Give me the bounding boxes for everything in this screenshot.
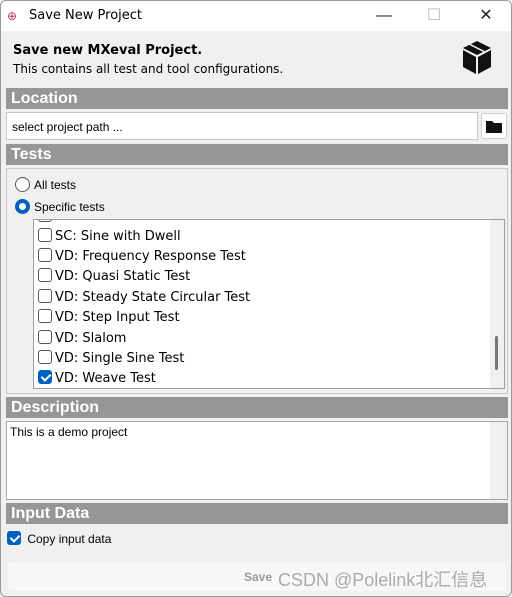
item-label: VD: Steady State Circular Test xyxy=(55,290,251,305)
checkbox[interactable] xyxy=(38,248,52,262)
watermark: CSDN @Polelink北汇信息 xyxy=(278,570,488,590)
description-section-header: Description xyxy=(6,397,508,418)
folder-icon xyxy=(486,121,502,133)
maximize-icon[interactable]: ☐ xyxy=(419,5,449,27)
item-label: SC: Sine with Dwell xyxy=(55,229,181,244)
radio-specific-tests[interactable] xyxy=(15,199,30,214)
tests-panel: All tests Specific tests SC: Sine with D… xyxy=(6,168,508,394)
list-item[interactable]: VD: Weave Test xyxy=(38,369,156,388)
list-item[interactable]: VD: Quasi Static Test xyxy=(38,267,190,287)
item-label: VD: Single Sine Test xyxy=(55,351,185,366)
save-button[interactable]: Save xyxy=(244,570,272,584)
checkbox-label: Copy input data xyxy=(27,532,112,546)
checkbox-checked[interactable] xyxy=(7,531,21,545)
scrollbar[interactable] xyxy=(490,220,504,388)
title-bar: ⊕ Save New Project — ☐ ✕ xyxy=(1,1,511,31)
close-icon[interactable]: ✕ xyxy=(471,5,501,27)
list-item[interactable]: VD: Single Sine Test xyxy=(38,349,184,369)
tests-section-header: Tests xyxy=(6,144,508,165)
list-item-partial xyxy=(38,220,55,227)
checkbox-checked[interactable] xyxy=(38,370,52,384)
radio-all-tests[interactable] xyxy=(15,177,30,192)
copy-input-data-checkbox[interactable]: Copy input data xyxy=(7,531,111,546)
item-label: VD: Weave Test xyxy=(55,371,156,386)
checkbox[interactable] xyxy=(38,228,52,242)
window-title: Save New Project xyxy=(29,8,143,23)
checkbox[interactable] xyxy=(38,268,52,282)
package-box-icon xyxy=(463,41,491,74)
description-textarea[interactable]: This is a demo project xyxy=(6,421,508,500)
dialog-heading: Save new MXeval Project. xyxy=(13,43,203,58)
list-item[interactable]: VD: Steady State Circular Test xyxy=(38,288,250,308)
checkbox[interactable] xyxy=(38,289,52,303)
radio-label: Specific tests xyxy=(34,200,105,214)
item-label: VD: Step Input Test xyxy=(55,310,180,325)
list-item[interactable]: VD: Slalom xyxy=(38,329,126,349)
description-text: This is a demo project xyxy=(10,425,128,439)
checkbox[interactable] xyxy=(38,309,52,323)
minimize-icon[interactable]: — xyxy=(369,5,399,27)
location-section-header: Location xyxy=(6,88,508,109)
project-path-input[interactable]: select project path ... xyxy=(6,112,478,140)
item-label: VD: Quasi Static Test xyxy=(55,269,191,284)
checkbox[interactable] xyxy=(38,350,52,364)
item-label: VD: Slalom xyxy=(55,331,127,346)
checkbox[interactable] xyxy=(38,330,52,344)
input-data-section-header: Input Data xyxy=(6,503,508,524)
list-item[interactable]: VD: Frequency Response Test xyxy=(38,247,246,267)
app-logo-icon: ⊕ xyxy=(7,9,18,23)
scrollbar-thumb[interactable] xyxy=(495,336,498,370)
list-item[interactable]: SC: Sine with Dwell xyxy=(38,227,181,247)
browse-folder-button[interactable] xyxy=(481,113,507,139)
test-list: SC: Sine with Dwell VD: Frequency Respon… xyxy=(33,219,505,389)
footer-bar: Save CSDN @Polelink北汇信息 xyxy=(8,562,506,591)
dialog-subtitle: This contains all test and tool configur… xyxy=(13,62,284,76)
list-item[interactable]: VD: Step Input Test xyxy=(38,308,180,328)
scrollbar[interactable] xyxy=(490,422,507,499)
radio-label: All tests xyxy=(34,178,77,192)
item-label: VD: Frequency Response Test xyxy=(55,249,246,264)
save-project-dialog: ⊕ Save New Project — ☐ ✕ Save new MXeval… xyxy=(0,0,512,597)
